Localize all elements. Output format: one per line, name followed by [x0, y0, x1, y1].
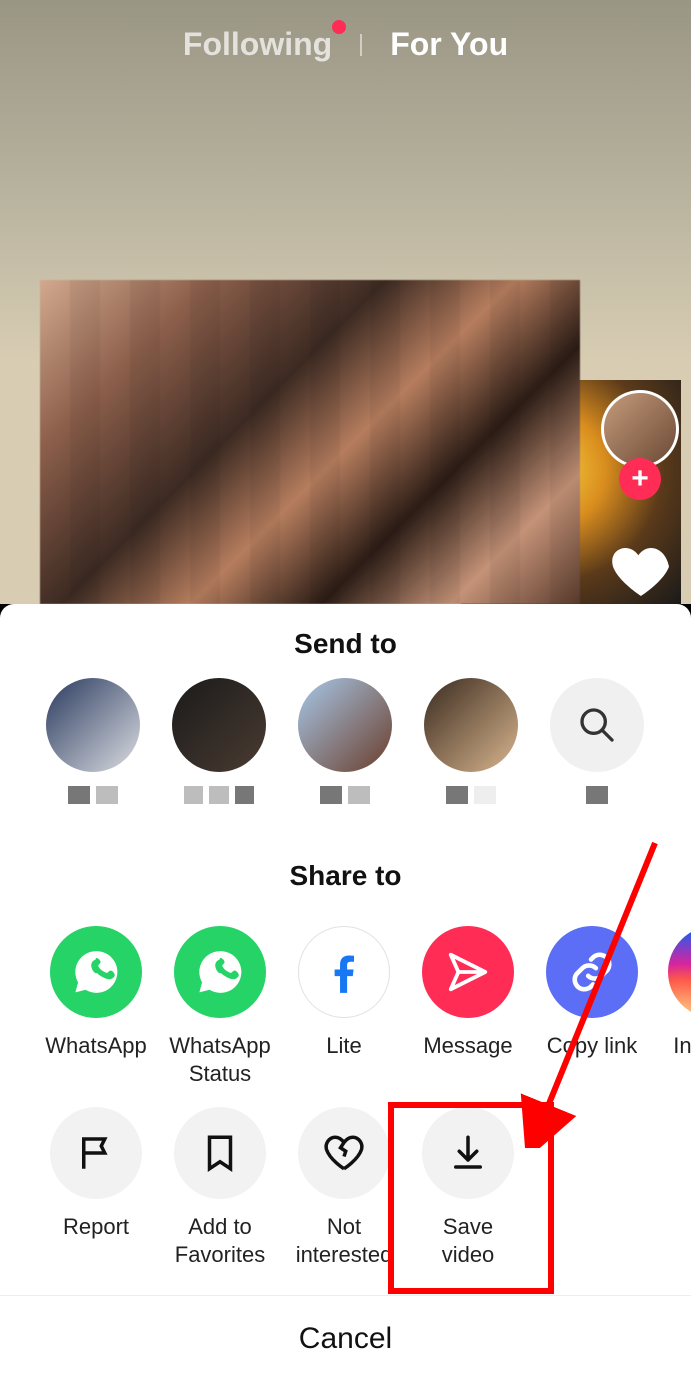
contact-item[interactable]	[46, 678, 140, 804]
share-to-title: Share to	[0, 804, 691, 910]
share-sheet: Send to	[0, 604, 691, 1386]
like-button[interactable]	[609, 540, 673, 604]
share-message[interactable]: Message	[418, 926, 518, 1087]
tab-following[interactable]: Following	[183, 26, 332, 63]
contact-item[interactable]	[298, 678, 392, 804]
bookmark-icon	[174, 1107, 266, 1199]
contact-avatar	[424, 678, 518, 772]
share-label: Copy link	[547, 1032, 637, 1086]
share-apps-row[interactable]: WhatsApp WhatsApp Status Lite Message	[0, 910, 691, 1087]
share-label: WhatsApp Status	[169, 1032, 271, 1087]
contact-name-redacted	[58, 786, 128, 804]
action-label: Not interested	[294, 1213, 394, 1268]
share-facebook-lite[interactable]: Lite	[294, 926, 394, 1087]
video-content-pixelated	[40, 280, 580, 604]
follow-button[interactable]: +	[619, 458, 661, 500]
search-contacts[interactable]	[550, 678, 644, 804]
action-save-video[interactable]: Save video	[418, 1107, 518, 1268]
actions-row[interactable]: Report Add to Favorites Not interested S…	[0, 1087, 691, 1268]
contacts-row[interactable]	[0, 678, 691, 804]
notification-dot-icon	[332, 20, 346, 34]
facebook-lite-icon	[298, 926, 390, 1018]
tab-following-label: Following	[183, 26, 332, 62]
contact-avatar	[172, 678, 266, 772]
video-background[interactable]	[0, 0, 691, 604]
action-label: Save video	[418, 1213, 518, 1268]
plus-icon: +	[631, 462, 649, 496]
contact-avatar	[298, 678, 392, 772]
broken-heart-icon	[298, 1107, 390, 1199]
flag-icon	[50, 1107, 142, 1199]
search-icon	[550, 678, 644, 772]
action-report[interactable]: Report	[46, 1107, 146, 1268]
tab-for-you-label: For You	[390, 26, 508, 62]
creator-avatar[interactable]	[601, 390, 679, 468]
cancel-label: Cancel	[299, 1322, 392, 1355]
contact-name-redacted	[562, 786, 632, 804]
share-whatsapp[interactable]: WhatsApp	[46, 926, 146, 1087]
message-icon	[422, 926, 514, 1018]
contact-name-redacted	[184, 786, 254, 804]
share-label: WhatsApp	[45, 1032, 147, 1086]
share-label: Message	[423, 1032, 512, 1086]
contact-item[interactable]	[424, 678, 518, 804]
whatsapp-icon	[50, 926, 142, 1018]
copy-link-icon	[546, 926, 638, 1018]
whatsapp-status-icon	[174, 926, 266, 1018]
cancel-button[interactable]: Cancel	[0, 1295, 691, 1386]
heart-icon	[609, 540, 673, 604]
download-icon	[422, 1107, 514, 1199]
action-add-favorites[interactable]: Add to Favorites	[170, 1107, 270, 1268]
share-copy-link[interactable]: Copy link	[542, 926, 642, 1087]
tab-for-you[interactable]: For You	[390, 26, 508, 63]
action-label: Report	[63, 1213, 129, 1267]
instagram-icon	[668, 926, 691, 1018]
share-instagram[interactable]: Inst	[666, 926, 691, 1087]
share-label: Lite	[326, 1032, 361, 1086]
action-label: Add to Favorites	[170, 1213, 270, 1268]
feed-tabs: Following For You	[0, 26, 691, 63]
screen: Following For You + Send to	[0, 0, 691, 1386]
share-whatsapp-status[interactable]: WhatsApp Status	[170, 926, 270, 1087]
tab-separator	[360, 34, 362, 56]
contact-avatar	[46, 678, 140, 772]
contact-name-redacted	[310, 786, 380, 804]
send-to-title: Send to	[0, 604, 691, 678]
contact-item[interactable]	[172, 678, 266, 804]
action-not-interested[interactable]: Not interested	[294, 1107, 394, 1268]
contact-name-redacted	[436, 786, 506, 804]
share-label: Inst	[673, 1032, 691, 1086]
